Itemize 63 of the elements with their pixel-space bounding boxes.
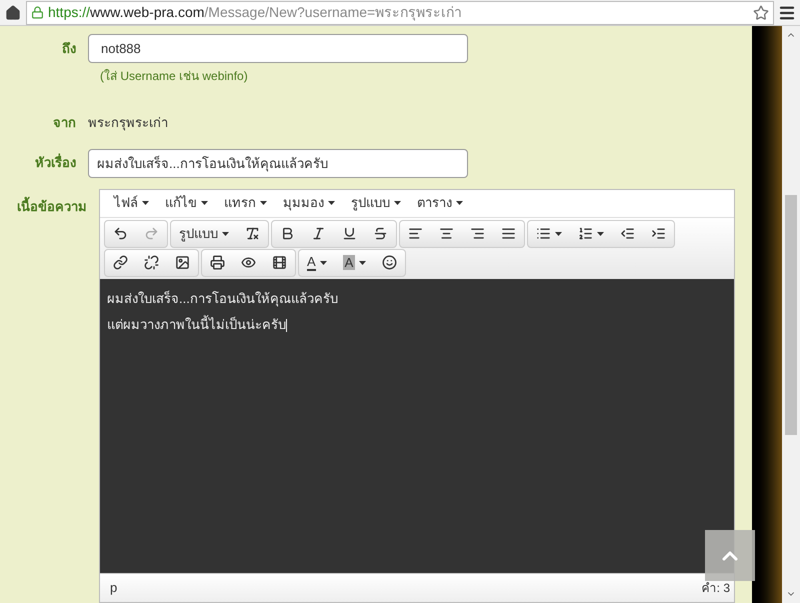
home-icon[interactable] [5,4,21,20]
to-hint: (ใส่ Username เช่น webinfo) [100,69,248,83]
content-paragraph: แต่ผมวางภาพในนี้ไม่เป็นน่ะครับ [107,316,288,332]
highlight-dropdown[interactable]: A [334,250,374,276]
lock-icon [31,6,44,19]
scrollbar[interactable] [782,26,800,603]
menu-item[interactable]: แก้ไข [159,193,214,213]
to-field[interactable]: not888 [88,34,468,63]
strikethrough-icon [373,226,388,241]
undo-icon [113,226,128,241]
caret-icon [260,201,267,205]
element-path: p [110,579,118,598]
outdent-icon [620,226,635,241]
align-justify-icon [501,226,516,241]
menu-item[interactable]: รูปแบบ [345,193,407,213]
eye-icon [241,255,256,270]
menu-icon[interactable] [778,4,796,22]
star-icon[interactable] [753,4,769,20]
url-text: https://www.web-pra.com/Message/New?username=พระกรุพระเก่า [48,3,464,23]
to-label: ถึง [61,40,77,58]
redo-icon [144,226,159,241]
word-count: คำ: 3 [702,580,730,597]
subject-label: หัวเรื่อง [34,153,77,172]
italic-icon [311,226,326,241]
editor-content-area[interactable]: ผมส่งใบเสร็จ...การโอนเงินให้คุณแล้วครับ แต่ผมวางภาพในนี้ไม่เป็นน่ะครับ [100,278,734,573]
link-icon [113,255,128,270]
bullet-list-icon [536,226,551,241]
align-right-icon [470,226,485,241]
caret-icon [222,232,229,236]
from-label: จาก [52,114,77,132]
numbered-list-icon [578,226,593,241]
content-paragraph: ผมส่งใบเสร็จ...การโอนเงินให้คุณแล้วครับ [107,290,339,306]
caret-icon [359,260,366,264]
menu-item[interactable]: ตาราง [411,193,469,213]
bold-icon [280,226,295,241]
menu-item[interactable]: ไฟล์ [108,193,155,213]
body-label: เนื้อข้อความ [17,198,87,214]
caret-icon [394,201,401,205]
subject-field[interactable]: ผมส่งใบเสร็จ...การโอนเงินให้คุณแล้วครับ [88,148,468,178]
caret-icon [597,232,604,236]
indent-icon [651,226,666,241]
scroll-thumb[interactable] [785,195,797,435]
caret-icon [201,201,208,205]
film-icon [272,255,287,270]
printer-icon [210,255,225,270]
menu-item[interactable]: มุมมอง [277,193,341,213]
align-left-icon [408,226,423,241]
caret-icon [555,232,562,236]
menu-item[interactable]: แทรก [218,193,273,213]
image-icon [175,255,190,270]
align-center-icon [439,226,454,241]
caret-icon [320,260,327,264]
caret-icon [142,201,149,205]
underline-icon [342,226,357,241]
caret-icon [456,201,463,205]
format-dropdown[interactable]: รูปแบบ [171,220,237,246]
url-field[interactable]: https://www.web-pra.com/Message/New?username=พระกรุพระเก่า [26,0,774,24]
text-color-dropdown[interactable]: A [299,250,335,276]
unlink-icon [144,255,159,270]
clear-format-icon [245,226,260,241]
smiley-icon [382,255,398,270]
caret-icon [328,201,335,205]
from-value: พระกรุพระเก่า [88,114,168,132]
